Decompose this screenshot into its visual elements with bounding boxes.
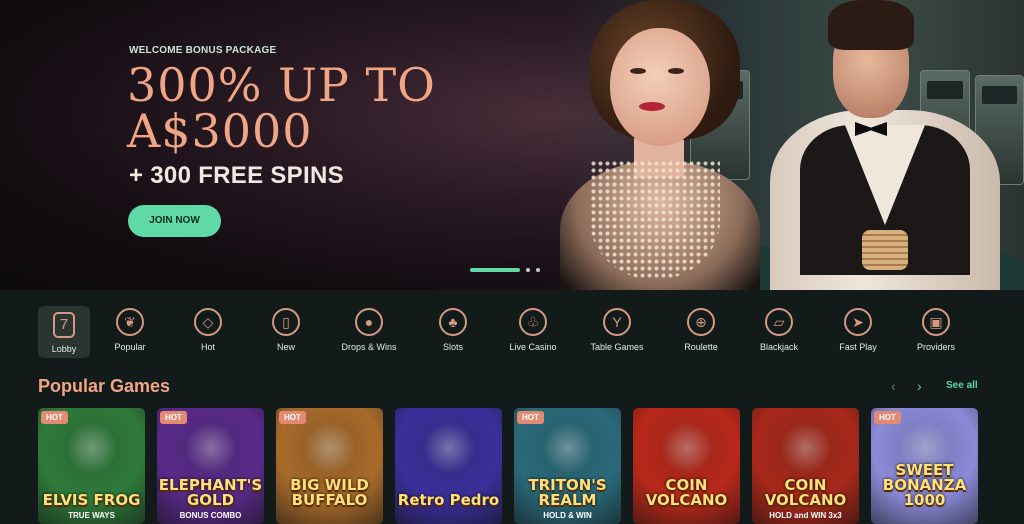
game-card[interactable]: Retro Pedro: [395, 408, 502, 524]
hot-badge: HOT: [160, 411, 187, 424]
category-live-casino[interactable]: ♧ Live Casino: [491, 306, 575, 358]
join-now-button[interactable]: JOIN NOW: [128, 205, 221, 237]
game-subtitle: TRUE WAYS: [68, 511, 115, 520]
game-artwork: [66, 422, 118, 474]
game-artwork: [304, 422, 356, 474]
category-blackjack[interactable]: ▱ Blackjack: [737, 306, 821, 358]
club-icon: ♧: [519, 308, 547, 336]
category-label: Fast Play: [839, 342, 877, 352]
category-label: Slots: [442, 342, 463, 352]
game-card[interactable]: HOT SWEET BONANZA 1000: [871, 408, 978, 524]
chip-stack-image: [862, 230, 908, 270]
game-subtitle: HOLD & WIN: [543, 511, 592, 520]
game-title: COIN VOLCANO: [645, 476, 728, 509]
category-table-games[interactable]: Y Table Games: [575, 306, 659, 358]
game-artwork: [423, 422, 475, 474]
category-bar: 7 Lobby ❦ Popular ◇ Hot ▯ New ● Drops & Wins ♣ Slot…: [0, 290, 1024, 370]
category-providers[interactable]: ▣ Providers: [894, 306, 978, 358]
game-artwork: [185, 422, 237, 474]
category-label: Lobby: [51, 344, 77, 354]
cocktail-icon: Y: [603, 308, 631, 336]
hero-title-line-1: 300% UP TO: [127, 58, 436, 112]
door-tag-icon: ▯: [272, 308, 300, 336]
hero-eyebrow: WELCOME BONUS PACKAGE: [129, 45, 277, 56]
category-label: New: [276, 342, 295, 352]
game-subtitle: HOLD and WIN 3x3: [769, 511, 842, 520]
hero-title: 300% UP TO A$3000: [127, 62, 436, 154]
drops-wins-icon: ●: [355, 308, 383, 336]
cherries-icon: ♣: [439, 308, 467, 336]
hot-badge: HOT: [874, 411, 901, 424]
diamond-icon: ◇: [194, 308, 222, 336]
chevron-left-icon[interactable]: ‹: [891, 378, 896, 394]
category-label: Live Casino: [509, 342, 557, 352]
hot-badge: HOT: [279, 411, 306, 424]
see-all-link[interactable]: See all: [946, 380, 978, 391]
game-title: ELEPHANT'S GOLD: [158, 476, 263, 509]
game-card[interactable]: HOT ELEPHANT'S GOLD BONUS COMBO: [157, 408, 264, 524]
game-card[interactable]: COIN VOLCANO HOLD and WIN 3x3: [752, 408, 859, 524]
hot-badge: HOT: [41, 411, 68, 424]
woman-eye: [630, 68, 646, 74]
chevron-right-icon[interactable]: ›: [917, 378, 922, 394]
roulette-icon: ⊕: [687, 308, 715, 336]
game-title: SWEET BONANZA 1000: [882, 461, 967, 509]
hero-subtitle: + 300 FREE SPINS: [129, 162, 344, 189]
hero-banner[interactable]: WELCOME BONUS PACKAGE 300% UP TO A$3000 …: [0, 0, 1024, 290]
category-label: Table Games: [590, 342, 644, 352]
casino-page: WELCOME BONUS PACKAGE 300% UP TO A$3000 …: [0, 0, 1024, 524]
category-label: Hot: [200, 342, 215, 352]
game-artwork: [542, 422, 594, 474]
pearl-necklace-image: [590, 160, 720, 280]
category-drops-wins[interactable]: ● Drops & Wins: [327, 306, 411, 358]
seven-icon: 7: [53, 312, 75, 338]
dealer-hair: [828, 0, 914, 50]
category-label: Blackjack: [759, 342, 798, 352]
category-hot[interactable]: ◇ Hot: [166, 306, 250, 358]
section-title: Popular Games: [38, 376, 171, 396]
game-title: COIN VOLCANO: [764, 476, 847, 509]
hot-badge: HOT: [517, 411, 544, 424]
game-artwork: [661, 422, 713, 474]
slider-dot[interactable]: [536, 268, 540, 272]
category-popular[interactable]: ❦ Popular: [88, 306, 172, 358]
category-label: Drops & Wins: [341, 342, 397, 352]
game-card[interactable]: HOT TRITON'S REALM HOLD & WIN: [514, 408, 621, 524]
category-label: Providers: [916, 342, 955, 352]
fast-play-icon: ➤: [844, 308, 872, 336]
category-label: Roulette: [684, 342, 718, 352]
game-title: BIG WILD BUFFALO: [290, 476, 369, 509]
game-card[interactable]: HOT BIG WILD BUFFALO: [276, 408, 383, 524]
category-fast-play[interactable]: ➤ Fast Play: [816, 306, 900, 358]
game-title: Retro Pedro: [397, 491, 500, 509]
game-title: TRITON'S REALM: [528, 476, 607, 509]
category-slots[interactable]: ♣ Slots: [411, 306, 495, 358]
hero-title-line-2: A$3000: [127, 104, 313, 158]
game-card[interactable]: COIN VOLCANO: [633, 408, 740, 524]
category-roulette[interactable]: ⊕ Roulette: [659, 306, 743, 358]
game-title: ELVIS FROG: [42, 491, 141, 509]
category-new[interactable]: ▯ New: [244, 306, 328, 358]
woman-eye: [668, 68, 684, 74]
woman-lips: [639, 102, 665, 111]
game-artwork: [780, 422, 832, 474]
slider-dot[interactable]: [526, 268, 530, 272]
laurel-icon: ❦: [116, 308, 144, 336]
category-label: Popular: [114, 342, 146, 352]
game-subtitle: BONUS COMBO: [179, 511, 242, 520]
providers-icon: ▣: [922, 308, 950, 336]
cards-icon: ▱: [765, 308, 793, 336]
game-card[interactable]: HOT ELVIS FROG TRUE WAYS: [38, 408, 145, 524]
hero-slider-dots: [470, 268, 540, 272]
slider-dot-active[interactable]: [470, 268, 520, 272]
category-lobby[interactable]: 7 Lobby: [38, 306, 90, 358]
woman-face: [610, 28, 710, 146]
